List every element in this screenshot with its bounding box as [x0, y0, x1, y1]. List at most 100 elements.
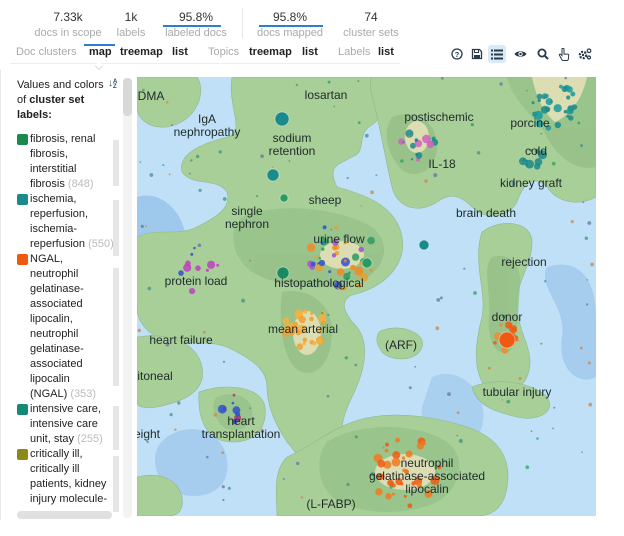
legend-item[interactable]: critically ill, critically ill patients, k… — [17, 447, 117, 507]
vertical-scrollbar[interactable] — [123, 78, 132, 518]
document-point — [327, 313, 330, 316]
settings-button[interactable] — [577, 46, 593, 62]
cluster-label[interactable]: urine flow — [313, 233, 364, 246]
document-point — [195, 154, 200, 159]
scrollbar-thumb[interactable] — [123, 78, 132, 116]
document-point — [582, 201, 585, 204]
stat-docs-mapped[interactable]: 95.8% docs mapped — [252, 10, 328, 40]
tab-doc-clusters-list[interactable]: list — [172, 46, 188, 58]
stat-labeled-docs[interactable]: 95.8% labeled docs — [158, 10, 234, 40]
map-canvas[interactable] — [137, 77, 596, 516]
document-point — [440, 77, 444, 80]
sort-alpha-icon[interactable]: ↓A Z — [108, 79, 117, 91]
cluster-label[interactable]: tubular injury — [483, 386, 552, 399]
cluster-label[interactable]: porcine — [510, 117, 549, 130]
document-point — [312, 341, 317, 346]
document-point — [197, 243, 202, 248]
legend-item-count: (353) — [67, 388, 97, 400]
document-point — [334, 225, 339, 230]
cluster-label[interactable]: heart failure — [149, 334, 212, 347]
cluster-map[interactable]: DMA losartan IgA nephropathy sodium retention… — [137, 77, 596, 516]
tab-topics-list[interactable]: list — [302, 46, 318, 58]
tab-labels-list[interactable]: list — [378, 46, 394, 58]
document-point — [296, 343, 304, 351]
document-point — [357, 80, 360, 83]
document-point — [407, 503, 413, 509]
cluster-label[interactable]: rejection — [501, 256, 546, 269]
document-point — [418, 239, 430, 251]
document-point — [439, 296, 443, 300]
document-point — [382, 446, 385, 449]
cluster-label[interactable]: postischemic — [404, 111, 473, 124]
document-point — [330, 228, 333, 231]
document-point — [217, 404, 227, 414]
document-point — [357, 121, 361, 125]
cluster-label[interactable]: brain death — [456, 207, 516, 220]
document-point — [542, 96, 546, 100]
cluster-label[interactable]: sheep — [309, 194, 342, 207]
cluster-label[interactable]: losartan — [305, 89, 348, 102]
document-point — [570, 91, 576, 97]
cluster-label[interactable]: DMA — [138, 90, 165, 103]
document-point — [146, 440, 149, 444]
horizontal-scrollbar[interactable] — [17, 511, 112, 519]
document-point — [309, 316, 314, 322]
document-point — [570, 220, 574, 224]
cluster-label[interactable]: sodium retention — [269, 132, 316, 158]
document-point — [563, 110, 567, 114]
help-button[interactable]: ? — [449, 46, 465, 62]
document-point — [351, 253, 360, 261]
document-point — [314, 255, 318, 259]
cluster-label[interactable]: single nephron — [225, 205, 269, 231]
document-point — [540, 105, 549, 114]
document-point — [279, 193, 289, 203]
document-point — [310, 261, 316, 267]
cluster-label[interactable]: donor — [492, 311, 523, 324]
document-point — [302, 341, 306, 346]
cluster-label[interactable]: cold — [525, 145, 547, 158]
document-point — [348, 271, 351, 275]
visibility-button[interactable] — [512, 46, 528, 62]
document-point — [321, 311, 324, 315]
cluster-label[interactable]: IL-18 — [428, 158, 455, 171]
cluster-label[interactable]: neutrophil gelatinase-associated lipocalin — [369, 457, 485, 496]
search-button[interactable] — [535, 46, 551, 62]
save-button[interactable] — [469, 46, 485, 62]
document-point — [530, 430, 533, 432]
document-point — [331, 253, 337, 258]
document-point — [518, 376, 522, 381]
cluster-label[interactable]: histopathological — [274, 277, 363, 290]
cluster-label[interactable]: (ARF) — [385, 339, 417, 352]
cluster-label[interactable]: (L-FABP) — [306, 498, 355, 511]
legend-item[interactable]: NGAL, neutrophil gelatinase-associated lipo… — [17, 252, 117, 402]
cluster-label[interactable]: mean arterial — [268, 323, 338, 336]
document-point — [566, 86, 573, 93]
tab-doc-clusters-map[interactable]: map — [89, 46, 112, 58]
document-point — [545, 98, 553, 106]
cluster-label[interactable]: heart transplantation — [202, 415, 281, 441]
legend-heading: Values and colors of cluster set labels: — [17, 79, 104, 121]
cluster-label[interactable]: kidney graft — [500, 177, 562, 190]
document-point — [282, 478, 285, 480]
document-point — [322, 225, 327, 230]
document-point — [456, 434, 459, 437]
list-view-button[interactable] — [488, 45, 506, 63]
settings-icon — [578, 48, 592, 60]
tab-doc-clusters-treemap[interactable]: treemap — [120, 46, 163, 58]
cluster-label[interactable]: itoneal — [137, 370, 172, 383]
document-point — [415, 152, 419, 156]
legend-item[interactable]: ischemia, reperfusion, ischemia-reperfusio… — [17, 192, 117, 252]
cluster-label[interactable]: protein load — [165, 275, 228, 288]
cluster-label[interactable]: eight — [137, 428, 160, 441]
cluster-label[interactable]: IgA nephropathy — [174, 113, 241, 139]
search-icon — [537, 48, 549, 60]
legend-item[interactable]: fibrosis, renal fibrosis, interstitial fibr… — [17, 132, 117, 192]
document-point — [493, 341, 497, 345]
document-point — [260, 154, 264, 158]
legend-item[interactable]: intensive care, intensive care unit, stay … — [17, 402, 117, 447]
document-point — [431, 136, 436, 141]
legend-item-label: intensive care, intensive care unit, stay … — [30, 403, 103, 445]
tab-topics-treemap[interactable]: treemap — [249, 46, 292, 58]
pointer-tool-button[interactable] — [556, 46, 572, 62]
document-point — [188, 172, 191, 175]
